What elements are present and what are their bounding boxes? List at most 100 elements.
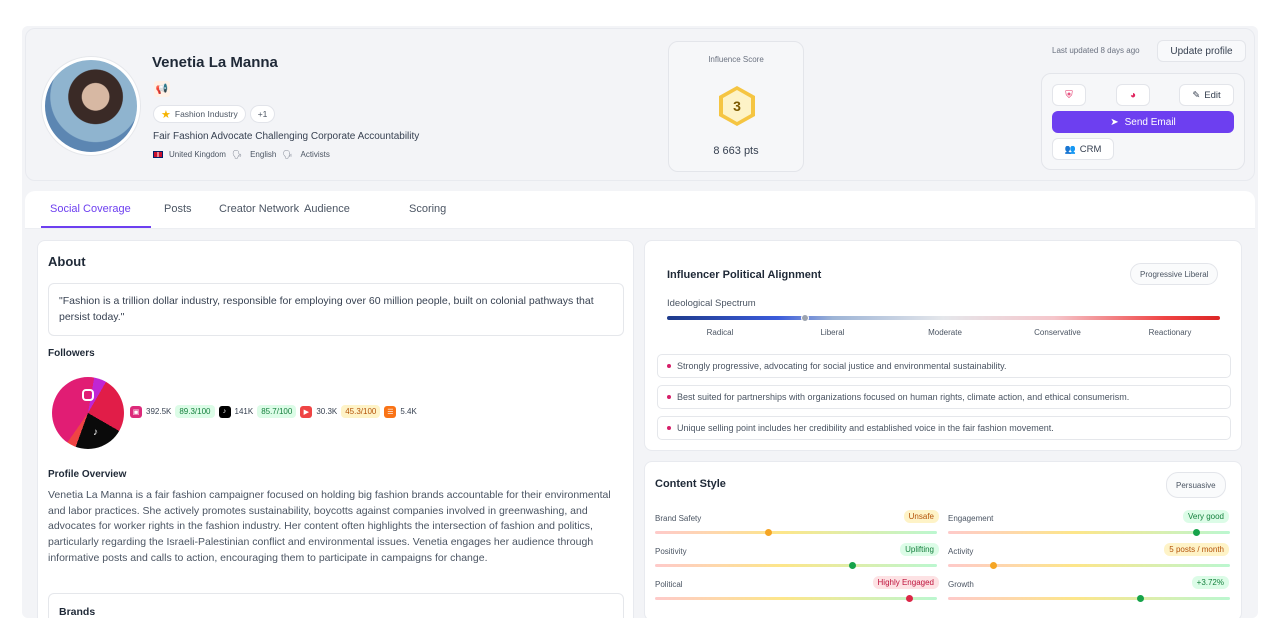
edit-button[interactable]: ✎ Edit xyxy=(1179,84,1234,106)
send-icon: ➤ xyxy=(1110,116,1119,128)
megaphone-icon: 📢 xyxy=(154,81,170,97)
content-style-panel: Content Style Persuasive Brand Safety Un… xyxy=(644,461,1242,618)
shield-icon: ⛨ xyxy=(1065,89,1073,101)
send-email-button[interactable]: ➤ Send Email xyxy=(1052,111,1234,133)
tag-more[interactable]: +1 xyxy=(249,105,276,123)
tab-social-coverage[interactable]: Social Coverage xyxy=(50,203,131,215)
action-panel: ⛨ ◕ ✎ Edit ➤ Send Email 👥 CRM xyxy=(1041,73,1245,170)
tab-posts[interactable]: Posts xyxy=(164,203,192,215)
youtube-score: 45.3/100 xyxy=(341,405,381,418)
substack-followers: 5.4K xyxy=(400,407,417,416)
insight-text: Unique selling point includes her credib… xyxy=(677,423,1054,433)
profile-name: Venetia La Manna xyxy=(152,54,278,71)
metric-value: 5 posts / month xyxy=(1164,543,1229,556)
instagram-icon: ▣ xyxy=(130,405,142,418)
star-icon: ★ xyxy=(161,108,171,121)
metric-knob xyxy=(764,529,772,536)
bullet-icon xyxy=(667,395,671,399)
metric-track xyxy=(655,529,937,536)
speech-icon: 🗣 xyxy=(231,150,243,159)
insight-text: Strongly progressive, advocating for soc… xyxy=(677,361,1007,371)
flag-uk-icon xyxy=(153,151,163,158)
instagram-followers: 392.5K xyxy=(146,407,172,416)
tiktok-score: 85.7/100 xyxy=(257,405,297,418)
profile-page: Venetia La Manna 📢 ★ Fashion Industry +1… xyxy=(22,26,1258,618)
profile-tagline: Fair Fashion Advocate Challenging Corpor… xyxy=(153,131,420,142)
tag-fashion-industry[interactable]: ★ Fashion Industry xyxy=(153,105,246,123)
content-style-badge: Persuasive xyxy=(1166,472,1226,498)
profile-meta: United Kingdom 🗣 English 🗣 Activists xyxy=(153,150,330,159)
speech-icon: 🗣 xyxy=(282,150,293,159)
about-panel: About "Fashion is a trillion dollar indu… xyxy=(37,240,634,618)
tick-moderate: Moderate xyxy=(928,328,962,337)
tab-scoring[interactable]: Scoring xyxy=(409,203,446,215)
metric-value: Unsafe xyxy=(903,510,939,523)
metric-knob xyxy=(990,562,998,569)
metric-label: Political xyxy=(655,580,683,589)
tab-creator-network[interactable]: Creator Network xyxy=(219,203,299,215)
update-profile-button[interactable]: Update profile xyxy=(1157,40,1246,62)
youtube-icon: ▶ xyxy=(300,405,313,418)
tiktok-followers: 141K xyxy=(234,407,254,416)
rank-value: 3 xyxy=(723,90,751,122)
profile-header: Venetia La Manna 📢 ★ Fashion Industry +1… xyxy=(25,28,1255,181)
platform-stats: ▣ 392.5K 89.3/100 ♪ 141K 85.7/100 ▶ 30.3… xyxy=(130,405,417,418)
spectrum-label: Ideological Spectrum xyxy=(667,298,756,309)
metric-track xyxy=(948,529,1230,536)
users-icon: 👥 xyxy=(1064,143,1076,154)
rank-hexagon-icon: 3 xyxy=(719,86,755,126)
score-label: Influence Score xyxy=(708,55,764,64)
edit-icon: ✎ xyxy=(1192,89,1201,101)
metric-label: Growth xyxy=(948,580,974,589)
metric-value: +3.72% xyxy=(1191,576,1229,589)
metric-track xyxy=(655,595,937,602)
metric-label: Activity xyxy=(948,547,974,556)
about-title: About xyxy=(48,254,86,269)
tiktok-icon: ♪ xyxy=(218,405,231,418)
crm-label: CRM xyxy=(1079,143,1102,155)
profile-overview-text: Venetia La Manna is a fair fashion campa… xyxy=(48,489,611,564)
metric-track xyxy=(655,562,937,569)
instagram-icon xyxy=(82,389,94,401)
political-alignment-panel: Influencer Political Alignment Progressi… xyxy=(644,240,1242,451)
tag-label: Fashion Industry xyxy=(174,109,238,119)
followers-title: Followers xyxy=(48,348,95,359)
insight-item: Best suited for partnerships with organi… xyxy=(657,385,1231,409)
spectrum-ticks: Radical Liberal Moderate Conservative Re… xyxy=(667,328,1220,337)
chart-button[interactable]: ◕ xyxy=(1116,84,1150,106)
pie-chart-icon: ◕ xyxy=(1129,89,1137,101)
metric-knob xyxy=(905,595,913,602)
substack-icon: ☰ xyxy=(384,405,397,418)
tab-bar: Social Coverage Posts Creator Network Au… xyxy=(25,191,1255,229)
metric-knob xyxy=(1136,595,1144,602)
metric-knob xyxy=(1193,529,1201,536)
shield-button[interactable]: ⛨ xyxy=(1052,84,1086,106)
about-quote: "Fashion is a trillion dollar industry, … xyxy=(48,283,624,336)
metric-label: Brand Safety xyxy=(655,514,702,523)
edit-label: Edit xyxy=(1204,89,1221,101)
tab-audience[interactable]: Audience xyxy=(304,203,350,215)
insight-text: Best suited for partnerships with organi… xyxy=(677,392,1130,402)
last-updated: Last updated 8 days ago xyxy=(1052,46,1140,55)
tag-list: ★ Fashion Industry +1 xyxy=(153,105,276,123)
instagram-score: 89.3/100 xyxy=(175,405,215,418)
country-label: United Kingdom xyxy=(169,150,226,159)
crm-button[interactable]: 👥 CRM xyxy=(1052,138,1114,160)
brands-section: Brands xyxy=(48,593,624,618)
metric-label: Positivity xyxy=(655,547,687,556)
score-points: 8 663 pts xyxy=(713,145,759,157)
language-label: English xyxy=(250,150,277,159)
metric-track xyxy=(948,595,1230,602)
profile-overview-title: Profile Overview xyxy=(48,469,127,480)
political-alignment-title: Influencer Political Alignment xyxy=(667,269,822,281)
avatar xyxy=(42,57,140,155)
bullet-icon xyxy=(667,426,671,430)
metric-knob xyxy=(849,562,857,569)
ideological-spectrum-bar xyxy=(667,316,1220,320)
metric-value: Highly Engaged xyxy=(872,576,939,589)
followers-donut-chart: ♪ xyxy=(52,377,124,449)
tick-liberal: Liberal xyxy=(820,328,845,337)
bullet-icon xyxy=(667,364,671,368)
spectrum-position-marker xyxy=(801,314,810,322)
brands-title: Brands xyxy=(59,606,96,618)
